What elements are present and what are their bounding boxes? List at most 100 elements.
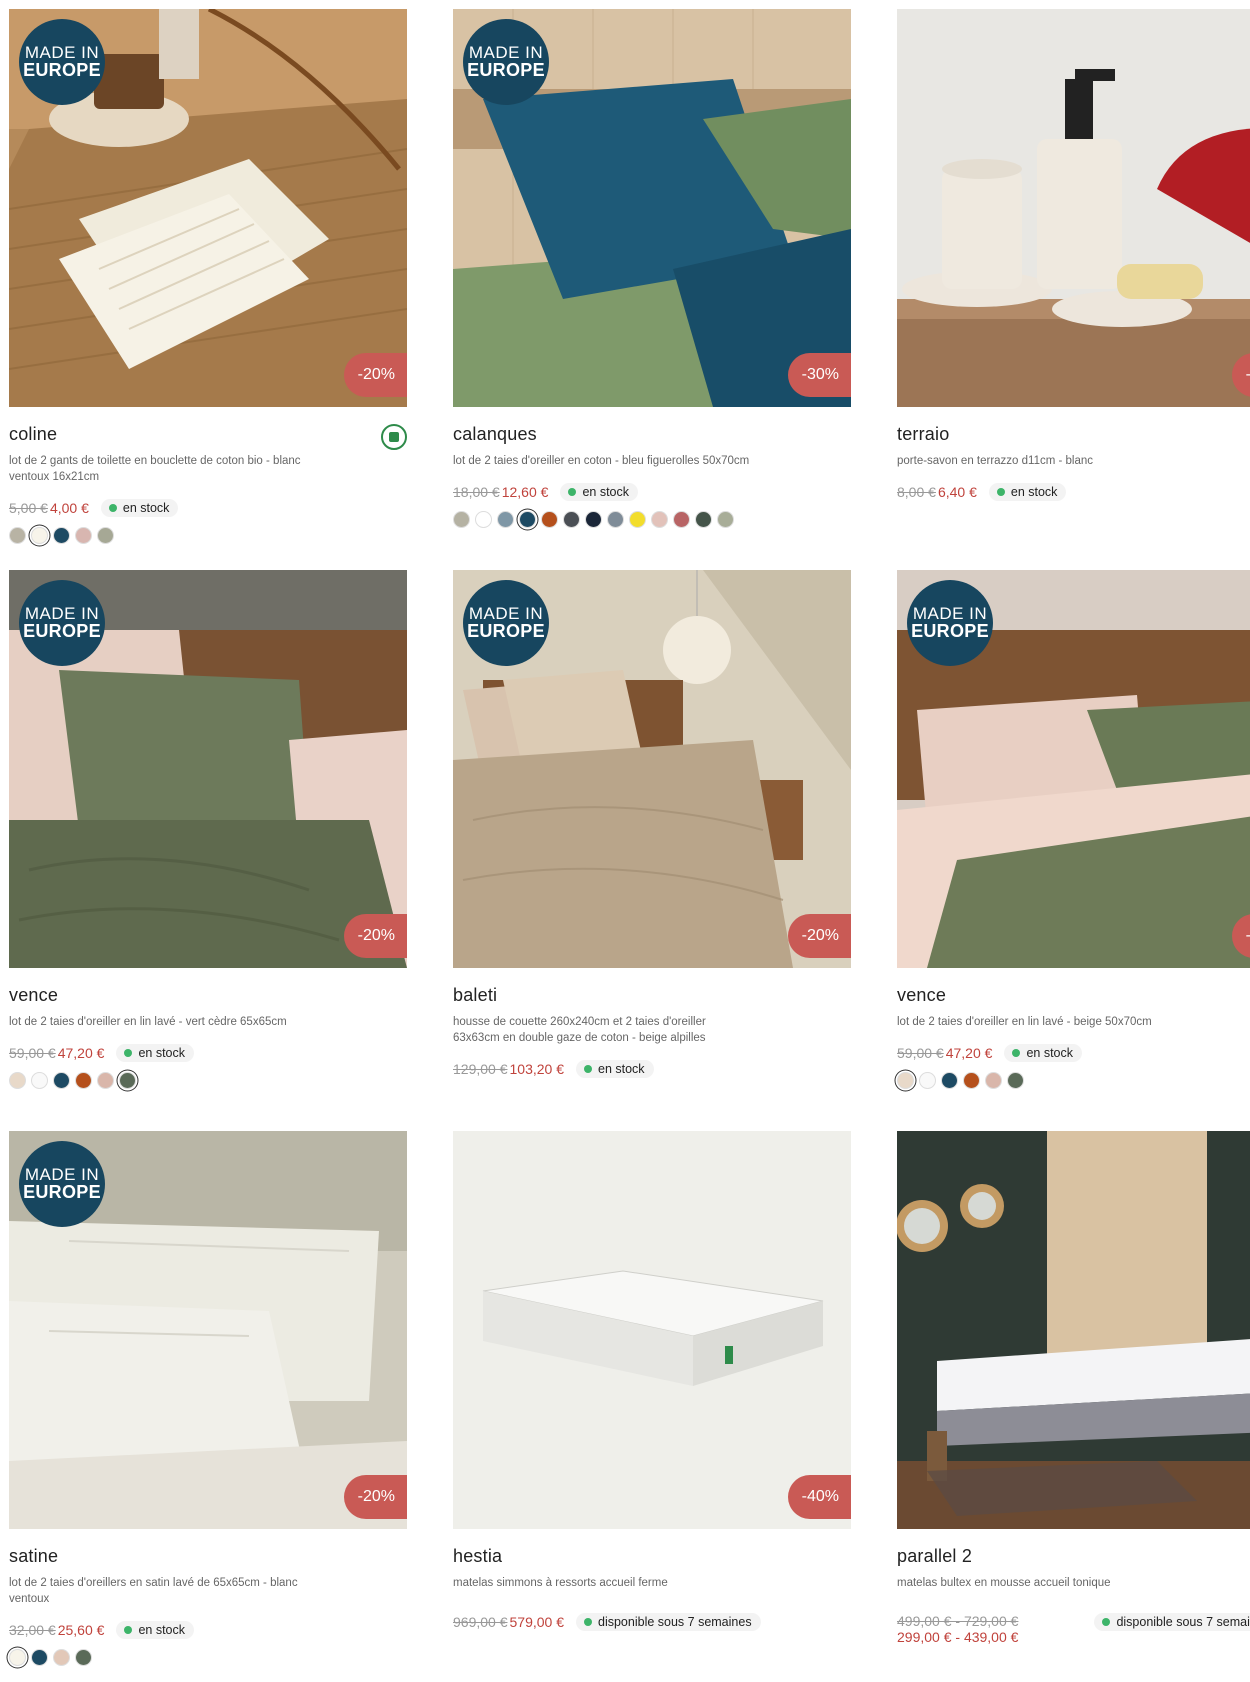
color-swatches (453, 511, 851, 528)
color-swatch[interactable] (541, 511, 558, 528)
product-image[interactable]: MADE INEUROPE -20% (9, 570, 407, 968)
color-swatch[interactable] (75, 1649, 92, 1666)
stock-dot-icon (584, 1065, 592, 1073)
product-card-parallel-2[interactable]: parallel 2 matelas bultex en mousse accu… (897, 1131, 1250, 1645)
product-image[interactable]: -20% (897, 9, 1250, 407)
product-card-terraio[interactable]: -20% terraio porte-savon en terrazzo d11… (897, 9, 1250, 501)
product-description: porte-savon en terrazzo d11cm - blanc (897, 455, 1094, 467)
color-swatch[interactable] (497, 511, 514, 528)
price-row: 969,00 € 579,00 € disponible sous 7 sema… (453, 1613, 851, 1631)
stock-badge: en stock (988, 483, 1067, 501)
product-card-vence-vert[interactable]: MADE IN EUROPE -20% vence lot de 2 taies … (9, 570, 407, 1089)
product-image[interactable]: MADE IN EUROPE -30% (453, 9, 851, 407)
product-card-hestia[interactable]: -40% hestia matelas simmons à ressorts a… (453, 1131, 851, 1631)
old-price: 129,00 € (453, 1061, 508, 1077)
stock-dot-icon (124, 1626, 133, 1634)
new-price: 47,20 € (945, 1045, 993, 1061)
old-price: 8,00 € (897, 484, 936, 500)
new-price: 103,20 € (509, 1061, 565, 1077)
color-swatch[interactable] (519, 511, 536, 528)
stock-dot-icon (1102, 1618, 1111, 1626)
old-price: 499,00 € - 729,00 € (897, 1613, 1019, 1629)
color-swatch[interactable] (963, 1072, 980, 1089)
price-row: 129,00 € 103,20 € en stock (453, 1060, 851, 1078)
old-price: 32,00 € (9, 1622, 56, 1638)
product-image[interactable]: MADE INEUROPE -20% (9, 9, 407, 407)
color-swatch[interactable] (695, 511, 712, 528)
color-swatch[interactable] (1007, 1072, 1024, 1089)
color-swatch[interactable] (31, 1072, 48, 1089)
product-image[interactable]: -40% (453, 1131, 851, 1529)
old-price: 969,00 € (453, 1614, 508, 1630)
color-swatch[interactable] (673, 511, 690, 528)
product-title[interactable]: parallel 2 (897, 1546, 1250, 1567)
color-swatch[interactable] (919, 1072, 936, 1089)
product-image[interactable]: MADE INEUROPE -20% (897, 570, 1250, 968)
product-card-vence-beige[interactable]: MADE INEUROPE -20% vence lot de 2 taies … (897, 570, 1250, 1089)
color-swatch[interactable] (97, 1072, 114, 1089)
color-swatch[interactable] (9, 1072, 26, 1089)
color-swatch[interactable] (75, 1072, 92, 1089)
color-swatch[interactable] (31, 1649, 48, 1666)
color-swatch[interactable] (97, 527, 114, 544)
product-title[interactable]: terraio (897, 424, 1250, 445)
stock-badge: en stock (116, 1621, 194, 1639)
stock-badge: en stock (576, 1060, 654, 1078)
color-swatches (897, 1072, 1250, 1089)
color-swatch[interactable] (9, 1649, 26, 1666)
color-swatch[interactable] (453, 511, 470, 528)
color-swatch[interactable] (941, 1072, 958, 1089)
color-swatch[interactable] (651, 511, 668, 528)
color-swatch[interactable] (985, 1072, 1002, 1089)
old-price: 5,00 € (9, 500, 48, 516)
product-title[interactable]: baleti (453, 985, 851, 1006)
color-swatch[interactable] (897, 1072, 914, 1089)
color-swatches (9, 1649, 407, 1666)
stock-badge: en stock (1004, 1044, 1082, 1062)
product-description: housse de couette 260x240cm et 2 taies d… (453, 1016, 706, 1044)
color-swatch[interactable] (475, 511, 492, 528)
new-price: 12,60 € (501, 484, 549, 500)
stock-dot-icon (584, 1618, 592, 1626)
product-photo (453, 1131, 851, 1529)
product-image[interactable]: MADE INEUROPE -20% (9, 1131, 407, 1529)
color-swatch[interactable] (629, 511, 646, 528)
product-title[interactable]: coline (9, 424, 407, 445)
new-price: 47,20 € (57, 1045, 105, 1061)
new-price: 579,00 € (509, 1614, 565, 1630)
discount-badge: -20% (343, 353, 407, 397)
color-swatch[interactable] (53, 1649, 70, 1666)
color-swatch[interactable] (75, 527, 92, 544)
product-card-baleti[interactable]: MADE IN EUROPE -20% baleti housse de coue… (453, 570, 851, 1078)
product-title[interactable]: vence (9, 985, 407, 1006)
product-description: lot de 2 taies d'oreillers en satin lavé… (9, 1577, 298, 1605)
new-price: 25,60 € (57, 1622, 105, 1638)
color-swatch[interactable] (119, 1072, 136, 1089)
color-swatch[interactable] (563, 511, 580, 528)
product-title[interactable]: calanques (453, 424, 851, 445)
product-card-calanques[interactable]: MADE IN EUROPE -30% calanques lot de 2 ta… (453, 9, 851, 528)
product-image[interactable] (897, 1131, 1250, 1529)
color-swatch[interactable] (53, 1072, 70, 1089)
price-row: 59,00 € 47,20 € en stock (9, 1044, 407, 1062)
product-image[interactable]: MADE INEUROPE -20% (453, 570, 851, 968)
color-swatch[interactable] (607, 511, 624, 528)
product-title[interactable]: vence (897, 985, 1250, 1006)
product-card-coline[interactable]: MADE IN EUROPE -20% coline lot de 2 gants… (9, 9, 407, 544)
product-title[interactable]: satine (9, 1546, 407, 1567)
color-swatch[interactable] (9, 527, 26, 544)
stock-dot-icon (568, 488, 577, 496)
old-price: 18,00 € (453, 484, 500, 500)
color-swatch[interactable] (31, 527, 48, 544)
color-swatch[interactable] (585, 511, 602, 528)
discount-badge: -30% (787, 353, 851, 397)
color-swatch[interactable] (53, 527, 70, 544)
color-swatch[interactable] (717, 511, 734, 528)
product-title[interactable]: hestia (453, 1546, 851, 1567)
product-card-satine[interactable]: MADE IN EUROPE -20% satine lot de 2 taies… (9, 1131, 407, 1666)
made-in-europe-badge: MADE IN EUROPE (19, 580, 105, 666)
stock-badge: disponible sous 7 semaines (1094, 1613, 1250, 1631)
stock-badge: en stock (116, 1044, 194, 1062)
made-in-europe-badge: MADE IN EUROPE (907, 580, 993, 666)
product-description: lot de 2 taies d'oreiller en lin lavé - … (9, 1016, 287, 1028)
